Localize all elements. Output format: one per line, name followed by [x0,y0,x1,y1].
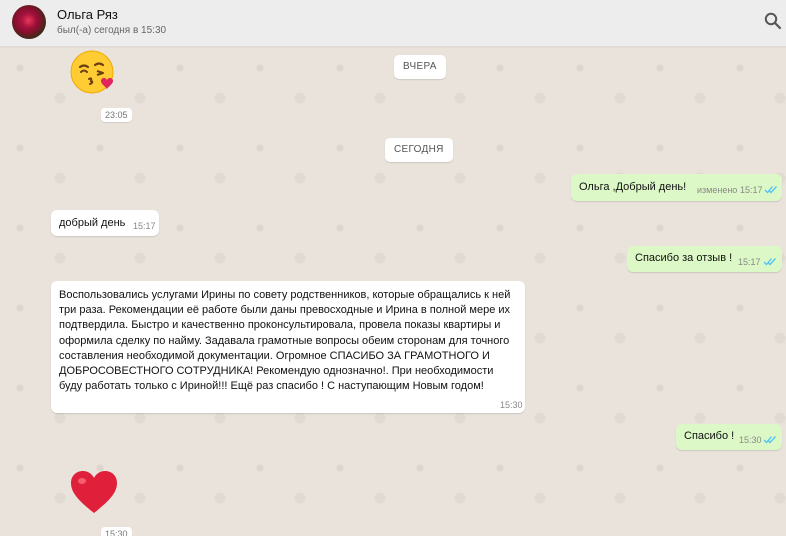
message-time: 15:17 [738,257,761,267]
message-time: 15:17 [133,221,156,231]
message-time: 15:30 [500,400,523,410]
emoji-message [69,49,119,95]
outgoing-message[interactable]: Ольга ,Добрый день! изменено 15:17 [571,174,782,201]
read-ticks-icon [763,436,776,444]
read-ticks-icon [763,258,776,266]
outgoing-message[interactable]: Спасибо ! 15:30 [676,424,782,450]
message-text: Спасибо за отзыв ! [635,252,733,264]
kiss-emoji-icon [70,50,114,94]
emoji-message [69,469,119,517]
date-divider-today: СЕГОДНЯ [385,138,453,162]
message-text: Ольга ,Добрый день! [579,181,687,193]
read-ticks-icon [764,186,777,194]
date-divider-yesterday: ВЧЕРА [394,55,446,79]
message-list[interactable]: 23:05 ВЧЕРА СЕГОДНЯ Ольга ,Добрый день! … [0,48,786,536]
red-heart-icon [71,471,117,513]
message-text: Спасибо ! [684,430,735,442]
search-icon[interactable] [764,12,784,32]
incoming-message[interactable]: добрый день 15:17 [51,210,159,236]
edited-label: изменено [697,185,738,195]
message-time: 15:17 [740,185,763,195]
message-time: 15:30 [739,435,762,445]
contact-status: был(-а) сегодня в 15:30 [57,25,167,36]
message-time: 23:05 [101,108,132,122]
incoming-message[interactable]: Воспользовались услугами Ирины по совету… [51,281,525,413]
avatar[interactable] [12,5,46,39]
message-text: Воспользовались услугами Ирины по совету… [59,289,511,393]
chat-header: Ольга Ряз был(-а) сегодня в 15:30 [0,0,786,47]
message-time: 15:30 [101,527,132,536]
contact-name[interactable]: Ольга Ряз [57,7,118,22]
outgoing-message[interactable]: Спасибо за отзыв ! 15:17 [627,246,782,272]
message-text: добрый день [59,217,126,229]
